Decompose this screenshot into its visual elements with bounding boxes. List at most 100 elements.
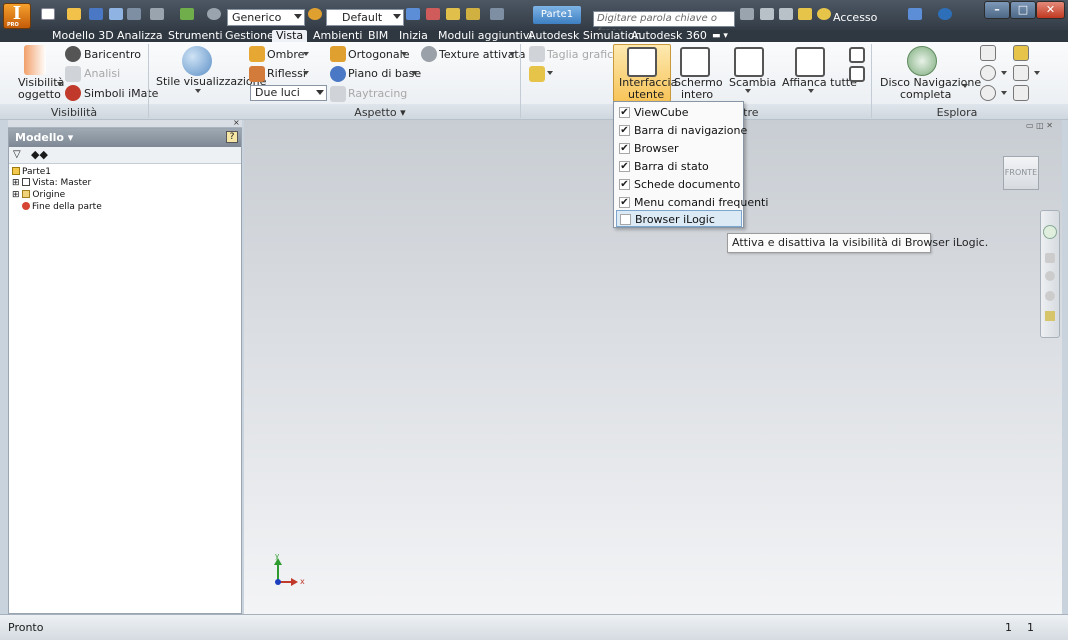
checkbox-checked[interactable]: ✔	[619, 107, 630, 118]
tab-bim[interactable]: BIM	[368, 30, 388, 42]
zoom-icon[interactable]	[980, 65, 996, 81]
tile-all-icon[interactable]	[795, 47, 825, 77]
fullscreen-icon[interactable]	[680, 47, 710, 77]
object-visibility-label-2[interactable]: oggetto	[18, 88, 61, 101]
chevron-down-icon[interactable]	[808, 89, 814, 93]
shadows-button[interactable]: Ombre	[267, 48, 304, 61]
chevron-down-icon[interactable]	[745, 89, 751, 93]
adjust-icon[interactable]	[426, 8, 440, 20]
pan-icon[interactable]	[980, 45, 996, 61]
navigation-bar[interactable]	[1040, 210, 1060, 338]
undo-icon[interactable]	[109, 8, 123, 20]
chevron-down-icon[interactable]	[962, 84, 968, 88]
tab-ambienti[interactable]: Ambienti	[313, 30, 362, 42]
exchange-icon[interactable]	[908, 8, 922, 20]
redo-icon[interactable]	[127, 8, 141, 20]
look-at-small-icon[interactable]	[1045, 311, 1055, 321]
appearance-combo[interactable]: Default	[326, 9, 404, 26]
binoculars-icon[interactable]	[740, 8, 754, 20]
checkbox-checked[interactable]: ✔	[619, 161, 630, 172]
print-icon[interactable]	[150, 8, 164, 20]
ruler-icon[interactable]	[466, 8, 480, 20]
material-combo[interactable]: Generico	[227, 9, 305, 26]
texture-icon[interactable]	[421, 46, 437, 62]
orbit-small-icon[interactable]	[1045, 291, 1055, 301]
chevron-down-icon[interactable]	[57, 82, 63, 86]
tab-inizia[interactable]: Inizia	[399, 30, 428, 42]
reflections-button[interactable]: Riflessi	[267, 67, 306, 80]
application-menu-button[interactable]: I PRO	[3, 3, 31, 29]
steering-wheel-small-icon[interactable]	[1043, 225, 1057, 239]
chevron-down-icon[interactable]	[547, 71, 553, 75]
fullscreen-label-2[interactable]: intero	[681, 88, 713, 101]
tree-item-fine-parte[interactable]: Fine della parte	[22, 202, 102, 212]
home-view-icon[interactable]	[1013, 85, 1029, 101]
select-icon[interactable]	[180, 8, 194, 20]
switch-window-button[interactable]: Scambia	[729, 76, 776, 89]
zoom-all-icon[interactable]	[1013, 65, 1029, 81]
chevron-down-icon[interactable]	[195, 89, 201, 93]
shadows-icon[interactable]	[249, 46, 265, 62]
open-icon[interactable]	[67, 8, 81, 20]
tab-overflow-icon[interactable]: ▬ ▾	[712, 30, 728, 42]
chevron-down-icon[interactable]	[303, 52, 309, 56]
find-icon[interactable]: ◆◆	[31, 148, 48, 161]
browser-close-icon[interactable]: ×	[233, 118, 240, 127]
tab-vista[interactable]: Vista	[272, 30, 308, 42]
chevron-down-icon[interactable]	[1001, 91, 1007, 95]
center-of-gravity-icon[interactable]	[65, 46, 81, 62]
tab-gestione[interactable]: Gestione	[225, 30, 274, 42]
menu-item-marking-menu[interactable]: ✔ Menu comandi frequenti	[616, 194, 768, 211]
add-icon[interactable]	[490, 8, 504, 20]
chevron-down-icon[interactable]	[1034, 71, 1040, 75]
minimize-button[interactable]: –	[984, 1, 1010, 19]
chevron-down-icon[interactable]	[303, 71, 309, 75]
chevron-down-icon[interactable]	[509, 52, 515, 56]
measure-icon[interactable]	[406, 8, 420, 20]
steering-wheel-icon[interactable]	[907, 46, 937, 76]
steering-wheel-label-2[interactable]: completa	[900, 88, 951, 101]
new-icon[interactable]	[41, 8, 55, 20]
aspect-panel-title[interactable]: Aspetto ▾	[148, 106, 612, 119]
lighting-combo[interactable]: Due luci	[250, 85, 327, 101]
checkbox-checked[interactable]: ✔	[619, 197, 630, 208]
tile-all-button[interactable]: Affianca tutte	[782, 76, 857, 89]
close-button[interactable]: ✕	[1036, 1, 1065, 19]
orthographic-icon[interactable]	[330, 46, 346, 62]
cascade-icon[interactable]	[849, 47, 865, 63]
imate-icon[interactable]	[65, 85, 81, 101]
tab-modello-3d[interactable]: Modello 3D	[52, 30, 114, 42]
parameters-icon[interactable]	[446, 8, 460, 20]
checkbox-checked[interactable]: ✔	[619, 143, 630, 154]
tree-item-vista-master[interactable]: ⊞ Vista: Master	[12, 178, 91, 188]
chevron-down-icon[interactable]	[401, 52, 407, 56]
checkbox-checked[interactable]: ✔	[619, 125, 630, 136]
ground-plane-icon[interactable]	[330, 66, 346, 82]
menu-item-ilogic-browser[interactable]: Browser iLogic	[616, 210, 742, 227]
pan-small-icon[interactable]	[1045, 253, 1055, 263]
menu-item-browser[interactable]: ✔ Browser	[616, 140, 742, 157]
network-icon[interactable]	[779, 8, 793, 20]
checkbox-checked[interactable]: ✔	[619, 179, 630, 190]
tree-item-origine[interactable]: ⊞ Origine	[12, 190, 65, 200]
menu-item-navigation-bar[interactable]: ✔ Barra di navigazione	[616, 122, 747, 139]
visual-style-icon[interactable]	[182, 46, 212, 76]
baricentro-button[interactable]: Baricentro	[84, 48, 141, 61]
tab-moduli-aggiuntivi[interactable]: Moduli aggiuntivi	[438, 30, 532, 42]
menu-item-document-tabs[interactable]: ✔ Schede documento	[616, 176, 742, 193]
chevron-down-icon[interactable]	[411, 71, 417, 75]
new-window-icon[interactable]	[849, 66, 865, 82]
viewcube[interactable]: FRONTE	[1003, 156, 1039, 190]
save-icon[interactable]	[89, 8, 103, 20]
tab-autodesk-360[interactable]: Autodesk 360	[631, 30, 707, 42]
browser-grip[interactable]	[8, 120, 242, 128]
search-input[interactable]: Digitare parola chiave o frase	[593, 11, 735, 38]
filter-icon[interactable]: ▽	[13, 149, 21, 160]
appearance-icon[interactable]	[308, 8, 322, 20]
menu-item-viewcube[interactable]: ✔ ViewCube	[616, 104, 742, 121]
reflections-icon[interactable]	[249, 66, 265, 82]
graphics-window-controls[interactable]: ▭ ◫ ✕	[1026, 121, 1053, 130]
look-at-icon[interactable]	[1013, 45, 1029, 61]
object-visibility-icon[interactable]	[24, 45, 46, 75]
tab-autodesk-simulation[interactable]: Autodesk Simulation	[528, 30, 641, 42]
